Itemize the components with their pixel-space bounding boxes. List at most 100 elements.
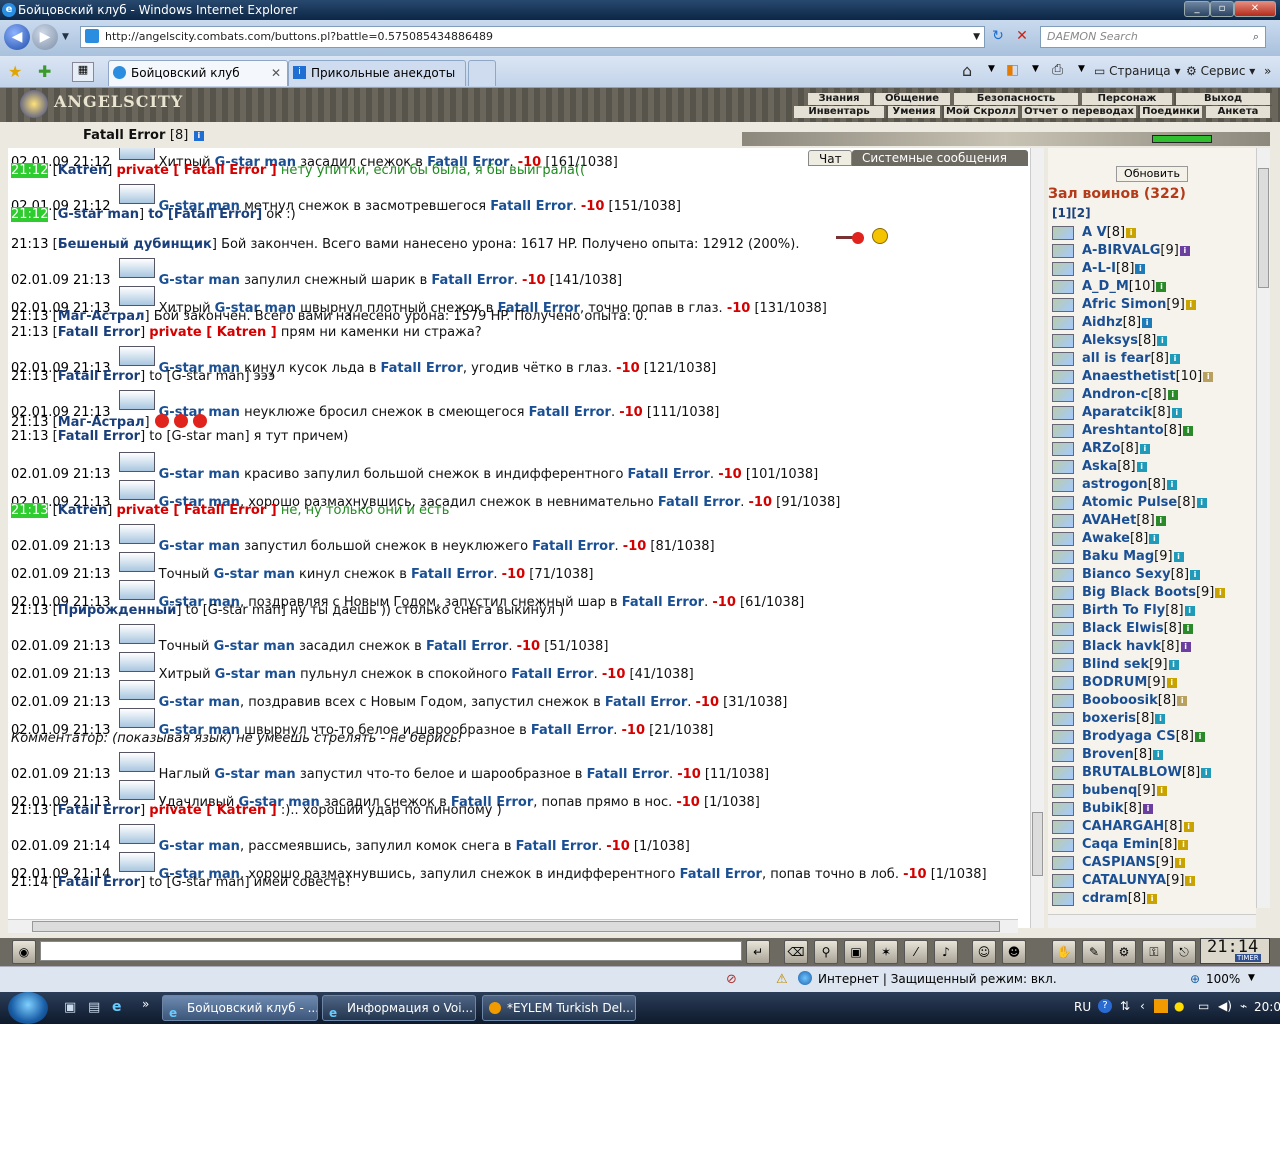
- tab-chat[interactable]: Чат: [808, 150, 852, 166]
- forward-button[interactable]: ▶: [32, 24, 58, 50]
- chat-nick[interactable]: G-star man: [214, 567, 295, 582]
- rss-icon[interactable]: ◧: [1006, 62, 1019, 78]
- player-info-icon[interactable]: i: [1153, 749, 1164, 760]
- player-item[interactable]: CASPIANS[9] i: [1052, 854, 1186, 872]
- chat-nick[interactable]: Fatall Error: [58, 429, 140, 444]
- player-item[interactable]: A_D_M[10] i: [1052, 278, 1167, 296]
- smiley-icon[interactable]: ☺: [972, 940, 996, 964]
- rss-dropdown-icon[interactable]: ▼: [1032, 64, 1039, 74]
- exit-icon[interactable]: ⎋: [1172, 940, 1196, 964]
- print-icon[interactable]: ⎙: [1052, 62, 1063, 78]
- chat-nick[interactable]: Fatall Error: [516, 839, 598, 854]
- private-message-icon[interactable]: [1052, 801, 1074, 816]
- player-info-icon[interactable]: i: [1185, 299, 1196, 310]
- chat-nick[interactable]: Fatall Error: [628, 467, 710, 482]
- private-message-icon[interactable]: [1052, 297, 1074, 312]
- chat-scroll-thumb[interactable]: [1032, 812, 1043, 876]
- send-icon[interactable]: ↵: [746, 940, 770, 964]
- player-name[interactable]: CATALUNYA: [1082, 873, 1166, 888]
- player-info-icon[interactable]: i: [1203, 371, 1214, 382]
- stop-icon[interactable]: ✕: [1012, 28, 1032, 48]
- display-icon[interactable]: ▭: [1198, 999, 1209, 1013]
- tab-close-icon[interactable]: ✕: [271, 61, 281, 85]
- private-message-icon[interactable]: [1052, 225, 1074, 240]
- player-name[interactable]: Caqa Emin: [1082, 837, 1159, 852]
- player-item[interactable]: A-BIRVALG[9] i: [1052, 242, 1190, 260]
- player-info-icon[interactable]: i: [1135, 263, 1146, 274]
- player-item[interactable]: all is fear[8] i: [1052, 350, 1181, 368]
- minimize-button[interactable]: _: [1184, 1, 1210, 17]
- sound-icon[interactable]: ♪: [934, 940, 958, 964]
- player-name[interactable]: Blind sek: [1082, 657, 1149, 672]
- chat-nick[interactable]: G-star man: [215, 667, 296, 682]
- character-info-icon[interactable]: i: [193, 130, 204, 141]
- chat-nick[interactable]: G-star man: [58, 207, 139, 222]
- player-info-icon[interactable]: i: [1171, 407, 1182, 418]
- player-name[interactable]: astrogon: [1082, 477, 1148, 492]
- player-item[interactable]: Caqa Emin[8] i: [1052, 836, 1189, 854]
- player-name[interactable]: cdram: [1082, 891, 1128, 906]
- maximize-button[interactable]: ▫: [1210, 1, 1234, 17]
- chat-nick[interactable]: Katren: [58, 503, 108, 518]
- add-favorites-icon[interactable]: ✚: [38, 62, 51, 81]
- connection-icon[interactable]: ⌁: [1240, 999, 1247, 1013]
- private-message-icon[interactable]: [1052, 441, 1074, 456]
- refresh-icon[interactable]: ↻: [988, 28, 1008, 48]
- player-info-icon[interactable]: i: [1179, 245, 1190, 256]
- player-info-icon[interactable]: i: [1184, 605, 1195, 616]
- language-indicator[interactable]: RU: [1074, 1000, 1091, 1014]
- chat-nick[interactable]: Fatall Error: [605, 695, 687, 710]
- new-tab-button[interactable]: [468, 60, 496, 86]
- task-info-voi[interactable]: e Информация о Voi...: [322, 995, 476, 1021]
- clear-icon[interactable]: ⌫: [784, 940, 808, 964]
- player-item[interactable]: Awake[8] i: [1052, 530, 1160, 548]
- private-message-icon[interactable]: [1052, 405, 1074, 420]
- player-info-icon[interactable]: i: [1142, 317, 1153, 328]
- player-name[interactable]: Aidhz: [1082, 315, 1123, 330]
- private-message-icon[interactable]: [1052, 333, 1074, 348]
- chat-nick[interactable]: G-star man: [159, 467, 240, 482]
- tab-fight-club[interactable]: Бойцовский клуб ✕: [108, 60, 288, 86]
- player-item[interactable]: Aidhz[8] i: [1052, 314, 1153, 332]
- private-message-icon[interactable]: [1052, 549, 1074, 564]
- player-item[interactable]: Aleksys[8] i: [1052, 332, 1168, 350]
- private-message-icon[interactable]: [1052, 351, 1074, 366]
- chat-nick[interactable]: Fatall Error: [381, 361, 463, 376]
- page-menu[interactable]: ▭ Страница ▾: [1094, 64, 1181, 78]
- chat-hscroll-thumb[interactable]: [32, 921, 1000, 932]
- player-name[interactable]: Areshtanto: [1082, 423, 1164, 438]
- chat-nick[interactable]: Fatall Error: [58, 875, 140, 890]
- tray-app-icon[interactable]: ●: [1174, 999, 1184, 1013]
- player-info-icon[interactable]: i: [1196, 497, 1207, 508]
- scroll-icon[interactable]: ✎: [1082, 940, 1106, 964]
- back-button[interactable]: ◀: [4, 24, 30, 50]
- player-item[interactable]: Big Black Boots[9] i: [1052, 584, 1226, 602]
- save-icon[interactable]: ▣: [844, 940, 868, 964]
- player-name[interactable]: Birth To Fly: [1082, 603, 1165, 618]
- player-name[interactable]: ARZo: [1082, 441, 1120, 456]
- close-window-button[interactable]: ✕: [1234, 1, 1276, 17]
- player-info-icon[interactable]: i: [1183, 821, 1194, 832]
- player-info-icon[interactable]: i: [1178, 839, 1189, 850]
- player-name[interactable]: Black Elwis: [1082, 621, 1164, 636]
- chat-nick[interactable]: Fatall Error: [587, 767, 669, 782]
- chat-nick[interactable]: G-star man: [214, 639, 295, 654]
- player-info-icon[interactable]: i: [1155, 713, 1166, 724]
- private-message-icon[interactable]: [1052, 621, 1074, 636]
- player-item[interactable]: Anaesthetist[10] i: [1052, 368, 1214, 386]
- player-item[interactable]: bubenq[9] i: [1052, 782, 1167, 800]
- player-item[interactable]: Broven[8] i: [1052, 746, 1164, 764]
- player-info-icon[interactable]: i: [1156, 785, 1167, 796]
- player-item[interactable]: Bubik[8] i: [1052, 800, 1153, 818]
- private-message-icon[interactable]: [1052, 819, 1074, 834]
- private-message-icon[interactable]: [1052, 531, 1074, 546]
- history-dropdown-icon[interactable]: ▼: [62, 32, 69, 42]
- tray-expand-icon[interactable]: ‹: [1140, 999, 1145, 1013]
- private-message-icon[interactable]: [1052, 477, 1074, 492]
- player-info-icon[interactable]: i: [1166, 677, 1177, 688]
- start-button[interactable]: [8, 992, 48, 1024]
- player-name[interactable]: CAHARGAH: [1082, 819, 1164, 834]
- private-message-icon[interactable]: [1052, 243, 1074, 258]
- chat-nick[interactable]: G-star man: [159, 539, 240, 554]
- service-menu[interactable]: ⚙ Сервис ▾: [1186, 64, 1255, 78]
